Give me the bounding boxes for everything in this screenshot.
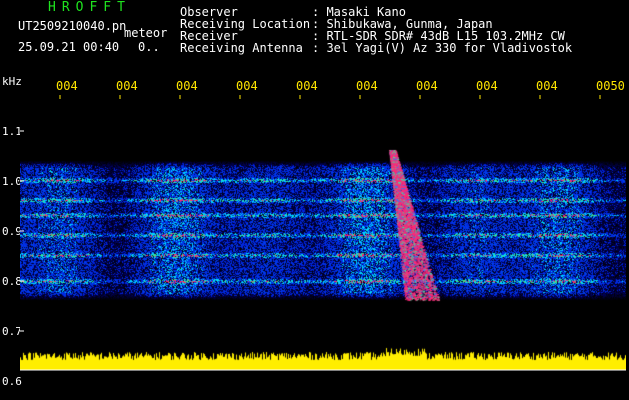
freq-label: 0.6 xyxy=(2,375,22,388)
time-tick-label: 004 xyxy=(536,79,558,93)
freq-label: 1.1 xyxy=(2,125,22,138)
file-name: UT2509210040.pn xyxy=(18,19,127,33)
subtitle: meteor xyxy=(124,26,168,40)
time-tick-label: 004 xyxy=(236,79,258,93)
freq-label: 0.7 xyxy=(2,325,22,338)
counter: 0.. xyxy=(138,40,160,54)
time-tick-label: 004 xyxy=(416,79,438,93)
freq-label: 1.0 xyxy=(2,175,22,188)
freq-label: 0.8 xyxy=(2,275,22,288)
datetime: 25.09.21 00:40 xyxy=(18,40,120,54)
time-tick-label: 0050 xyxy=(596,79,625,93)
freq-label: 0.9 xyxy=(2,225,22,238)
freq-unit-label: kHz xyxy=(2,75,22,88)
time-tick-label: 004 xyxy=(56,79,78,93)
app-title: HROFFT xyxy=(48,0,131,15)
time-tick-label: 004 xyxy=(116,79,138,93)
time-tick-label: 004 xyxy=(356,79,378,93)
time-tick-label: 004 xyxy=(176,79,198,93)
spectrogram xyxy=(20,95,626,370)
antenna-label: Receiving Antenna xyxy=(180,41,303,55)
time-tick-label: 004 xyxy=(296,79,318,93)
time-tick-label: 004 xyxy=(476,79,498,93)
antenna-value: : 3el Yagi(V) Az 330 for Vladivostok xyxy=(312,41,573,55)
